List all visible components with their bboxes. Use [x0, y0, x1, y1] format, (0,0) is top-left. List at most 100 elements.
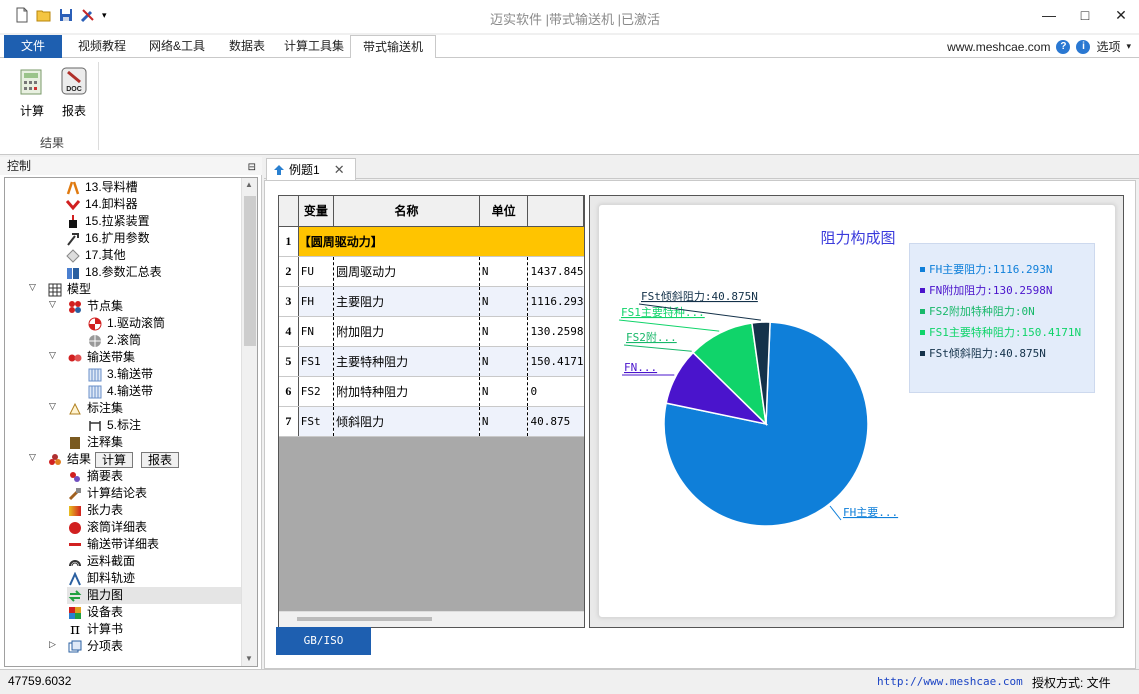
legend-item[interactable]: FH主要阻力:1116.293N	[920, 261, 1052, 277]
tree-scrollbar[interactable]: ▲ ▼	[241, 178, 257, 666]
cell-variable[interactable]: FSt	[298, 406, 335, 437]
info-icon[interactable]: i	[1076, 39, 1091, 54]
collapse-belt-set-icon[interactable]: ▽	[49, 350, 59, 361]
cell-variable[interactable]: FS1	[298, 346, 335, 377]
cell-value[interactable]: 1116.293	[527, 286, 584, 317]
cell-name[interactable]: 主要阻力	[333, 286, 480, 317]
collapse-model-icon[interactable]: ▽	[29, 282, 39, 293]
tab-belt-conveyor[interactable]: 带式输送机	[350, 35, 437, 59]
scroll-down-icon[interactable]: ▼	[245, 654, 253, 663]
cell-variable[interactable]: FS2	[298, 376, 335, 407]
calc-button[interactable]: 计算	[14, 66, 50, 119]
help-icon[interactable]: ?	[1056, 39, 1071, 54]
cell-value[interactable]: 130.2598	[527, 316, 584, 347]
legend-item[interactable]: FN附加阻力:130.2598N	[920, 282, 1052, 298]
collapse-annotation-set-icon[interactable]: ▽	[49, 401, 59, 412]
table-row[interactable]: 4 FN 附加阻力 N 130.2598	[279, 316, 584, 347]
header-variable[interactable]: 变量	[298, 196, 335, 227]
cell-name[interactable]: 附加阻力	[333, 316, 480, 347]
cell-unit[interactable]: N	[479, 256, 529, 287]
tree-item-conclusion[interactable]: 计算结论表	[67, 485, 147, 502]
cell-unit[interactable]: N	[479, 376, 529, 407]
collapse-results-icon[interactable]: ▽	[29, 452, 39, 463]
cell-value[interactable]: 0	[527, 376, 584, 407]
tree-calc-button[interactable]: 计算	[95, 451, 134, 468]
tree-item-summary[interactable]: 摘要表	[67, 468, 123, 485]
cell-variable[interactable]: FH	[298, 286, 335, 317]
table-row[interactable]: 1 【圆周驱动力】	[279, 226, 584, 257]
tree-item-calc-book[interactable]: π 计算书	[67, 621, 123, 638]
tree-item-resistance-chart[interactable]: 阻力图	[67, 587, 241, 604]
table-row[interactable]: 7 FSt 倾斜阻力 N 40.875	[279, 406, 584, 437]
tree-item-drive-pulley[interactable]: 1.驱动滚筒	[87, 315, 165, 332]
legend-item[interactable]: FS2附加特种阻力:0N	[920, 303, 1035, 319]
cell-name[interactable]: 倾斜阻力	[333, 406, 480, 437]
report-button[interactable]: DOC 报表	[56, 66, 92, 119]
legend-item[interactable]: FSt倾斜阻力:40.875N	[920, 345, 1046, 361]
tree-item-tensioner[interactable]: 15.拉紧装置	[65, 213, 150, 230]
close-button[interactable]: ✕	[1103, 0, 1139, 30]
tree-item-other[interactable]: 17.其他	[65, 247, 126, 264]
legend-item[interactable]: FS1主要特种阻力:150.4171N	[920, 324, 1081, 340]
cell-value[interactable]: 150.4171	[527, 346, 584, 377]
cell-value[interactable]: 1437.845	[527, 256, 584, 287]
header-name[interactable]: 名称	[333, 196, 480, 227]
cell-unit[interactable]: N	[479, 346, 529, 377]
tree-item-annotation-set[interactable]: 标注集	[67, 400, 123, 417]
minimize-button[interactable]: —	[1031, 0, 1067, 30]
tree-scroll-thumb[interactable]	[244, 196, 256, 346]
tree-item-belt-3[interactable]: 3.输送带	[87, 366, 153, 383]
tree-item-summary-table[interactable]: 18.参数汇总表	[65, 264, 162, 281]
scroll-up-icon[interactable]: ▲	[245, 180, 253, 189]
expand-itemized-icon[interactable]: ▷	[49, 639, 59, 650]
table-row[interactable]: 2 FU 圆周驱动力 N 1437.845	[279, 256, 584, 287]
maximize-button[interactable]: □	[1067, 0, 1103, 30]
tab-calc-tools[interactable]: 计算工具集	[272, 35, 356, 58]
tree-item-cross-section[interactable]: 运料截面	[67, 553, 135, 570]
tree-item-belt-detail[interactable]: 输送带详细表	[67, 536, 159, 553]
table-row[interactable]: 5 FS1 主要特种阻力 N 150.4171	[279, 346, 584, 377]
group-cell[interactable]: 【圆周驱动力】	[298, 226, 584, 257]
tree-item-node-set[interactable]: 节点集	[67, 298, 123, 315]
tab-file[interactable]: 文件	[4, 35, 62, 58]
website-link[interactable]: www.meshcae.com	[947, 40, 1050, 54]
tree-report-button[interactable]: 报表	[141, 451, 180, 468]
tree-item-unloader[interactable]: 14.卸料器	[65, 196, 138, 213]
cell-unit[interactable]: N	[479, 316, 529, 347]
tree-item-pulley[interactable]: 2.滚筒	[87, 332, 141, 349]
tree-item-equipment[interactable]: 设备表	[67, 604, 123, 621]
tab-data-tables[interactable]: 数据表	[217, 35, 277, 58]
grid-horizontal-scrollbar[interactable]	[279, 611, 584, 627]
tree-item-itemized[interactable]: 分项表	[67, 638, 123, 655]
tree-item-params[interactable]: 16.扩用参数	[65, 230, 150, 247]
tab-gb-iso[interactable]: GB/ISO	[276, 627, 371, 655]
tab-video-tutorials[interactable]: 视频教程	[66, 35, 138, 58]
tree-item-annotation[interactable]: 5.标注	[87, 417, 141, 434]
table-row[interactable]: 6 FS2 附加特种阻力 N 0	[279, 376, 584, 407]
tree-item-belt-4[interactable]: 4.输送带	[87, 383, 153, 400]
tree-item-belt-set[interactable]: 输送带集	[67, 349, 135, 366]
pin-icon[interactable]: ⊟	[248, 159, 256, 177]
cell-variable[interactable]: FN	[298, 316, 335, 347]
cell-name[interactable]: 主要特种阻力	[333, 346, 480, 377]
options-menu[interactable]: 选项	[1096, 38, 1120, 55]
cell-value[interactable]: 40.875	[527, 406, 584, 437]
cell-name[interactable]: 附加特种阻力	[333, 376, 480, 407]
cell-unit[interactable]: N	[479, 286, 529, 317]
header-unit[interactable]: 单位	[479, 196, 529, 227]
cell-unit[interactable]: N	[479, 406, 529, 437]
cell-name[interactable]: 圆周驱动力	[333, 256, 480, 287]
tree-item-tension[interactable]: 张力表	[67, 502, 123, 519]
status-url-link[interactable]: http://www.meshcae.com	[877, 675, 1023, 688]
tree-item-pulley-detail[interactable]: 滚筒详细表	[67, 519, 147, 536]
close-tab-icon[interactable]: ✕	[334, 162, 345, 178]
tree-item-notes[interactable]: 注释集	[67, 434, 123, 451]
tab-example-1[interactable]: 例题1 ✕	[266, 158, 356, 180]
options-dropdown-icon[interactable]: ▾	[1126, 41, 1131, 52]
collapse-node-set-icon[interactable]: ▽	[49, 299, 59, 310]
grid-scroll-thumb[interactable]	[297, 617, 432, 621]
tab-network-tools[interactable]: 网络&工具	[137, 35, 217, 58]
tree-item-results[interactable]: 结果 计算 报表	[47, 451, 180, 468]
table-row[interactable]: 3 FH 主要阻力 N 1116.293	[279, 286, 584, 317]
tree-item-chute[interactable]: 13.导料槽	[65, 179, 138, 196]
